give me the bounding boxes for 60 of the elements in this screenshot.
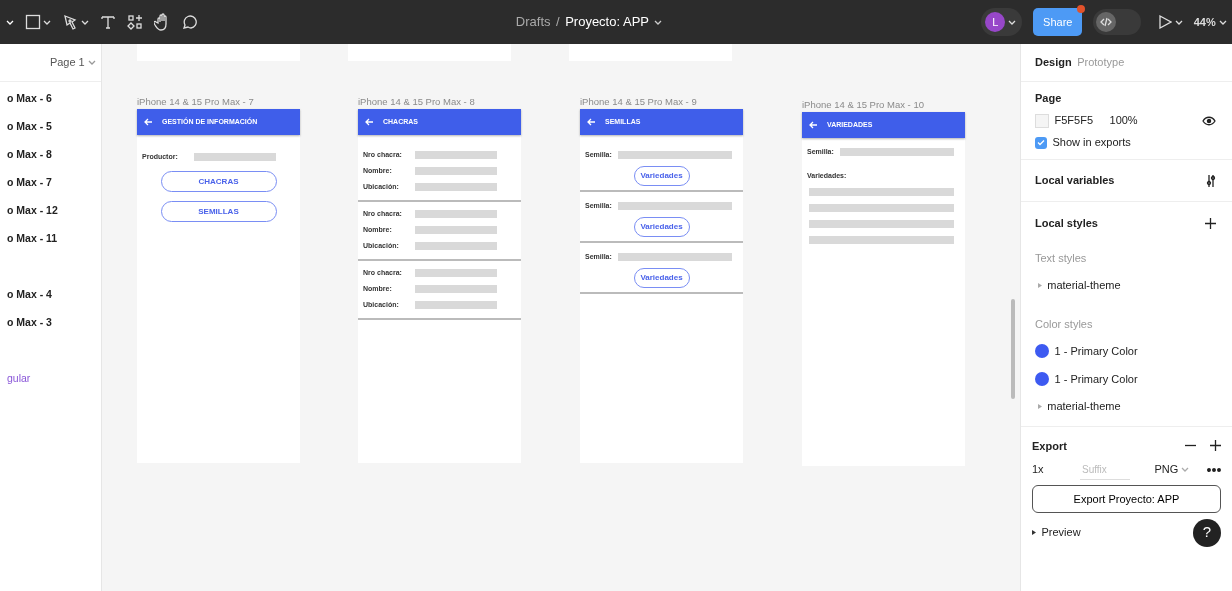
layer-item[interactable]: o Max - 11 [7, 230, 58, 247]
color-value[interactable]: F5F5F5 [1054, 112, 1093, 129]
preview-toggle[interactable]: Preview [1041, 524, 1081, 541]
panel-tab[interactable]: Design [1035, 54, 1072, 71]
file-name[interactable]: Proyecto: APP [565, 12, 649, 32]
comment-icon[interactable] [181, 14, 197, 30]
export-scale[interactable]: 1x [1032, 461, 1080, 478]
user-avatar[interactable]: L [985, 12, 1006, 32]
layer-item[interactable]: o Max - 7 [7, 174, 52, 191]
more-icon[interactable] [1207, 467, 1221, 472]
plus-icon[interactable] [1210, 440, 1221, 452]
breadcrumb-link[interactable]: Drafts [515, 12, 551, 32]
breadcrumb-separator: / [556, 13, 560, 32]
outline-button[interactable]: Variedades [633, 268, 690, 288]
play-icon[interactable] [1157, 15, 1172, 29]
variables-icon[interactable] [1206, 173, 1216, 188]
section-title: Export [1032, 438, 1067, 454]
checkbox-label: Show in exports [1052, 135, 1131, 151]
back-arrow-icon[interactable] [365, 118, 374, 126]
hand-icon[interactable] [154, 13, 170, 31]
layer-item[interactable]: gular [7, 370, 31, 387]
caret-right-icon[interactable] [1032, 530, 1036, 535]
rectangle-icon[interactable] [24, 14, 41, 30]
opacity-value[interactable]: 100% [1109, 112, 1138, 129]
zoom-level[interactable]: 44% [1193, 13, 1216, 31]
outline-button[interactable]: SEMILLAS [160, 201, 277, 222]
check-icon [1037, 139, 1045, 146]
layer-item[interactable]: o Max - 6 [7, 90, 52, 107]
format-select[interactable]: PNG [1154, 461, 1179, 478]
layer-item[interactable]: o Max - 4 [7, 286, 52, 303]
page-selector[interactable]: Page 1 [49, 54, 85, 71]
dev-mode-toggle[interactable] [1093, 9, 1142, 35]
color-style[interactable]: 1 - Primary Color [1054, 343, 1138, 360]
layer-item[interactable]: o Max - 8 [7, 146, 52, 163]
section-title: Local variables [1035, 173, 1115, 189]
export-button[interactable]: Export Proyecto: APP [1032, 485, 1221, 513]
text-tool-icon[interactable] [100, 14, 116, 30]
help-button[interactable]: ? [1193, 518, 1221, 547]
plus-icon[interactable] [1205, 217, 1216, 229]
outline-button[interactable]: Variedades [633, 166, 690, 186]
eye-icon[interactable] [1202, 115, 1216, 126]
back-arrow-icon[interactable] [809, 121, 818, 129]
outline-button[interactable]: CHACRAS [160, 171, 277, 192]
layer-item[interactable]: o Max - 5 [7, 118, 52, 135]
style-group[interactable]: material-theme [1047, 398, 1121, 415]
layer-item[interactable]: o Max - 12 [7, 202, 58, 219]
outline-button[interactable]: Variedades [633, 217, 690, 237]
components-icon[interactable] [127, 14, 143, 30]
layer-item[interactable]: o Max - 3 [7, 314, 52, 331]
color-style[interactable]: 1 - Primary Color [1054, 370, 1138, 387]
subsection-title: Color styles [1035, 316, 1094, 332]
back-arrow-icon[interactable] [587, 118, 596, 126]
back-arrow-icon[interactable] [144, 118, 153, 126]
section-title: Local styles [1035, 215, 1098, 231]
subsection-title: Text styles [1035, 250, 1088, 266]
section-title: Page [1035, 91, 1063, 107]
style-group[interactable]: material-theme [1047, 277, 1121, 294]
chevron-down-icon[interactable] [654, 18, 663, 26]
code-icon [1100, 17, 1113, 27]
checkbox[interactable] [1035, 136, 1047, 149]
